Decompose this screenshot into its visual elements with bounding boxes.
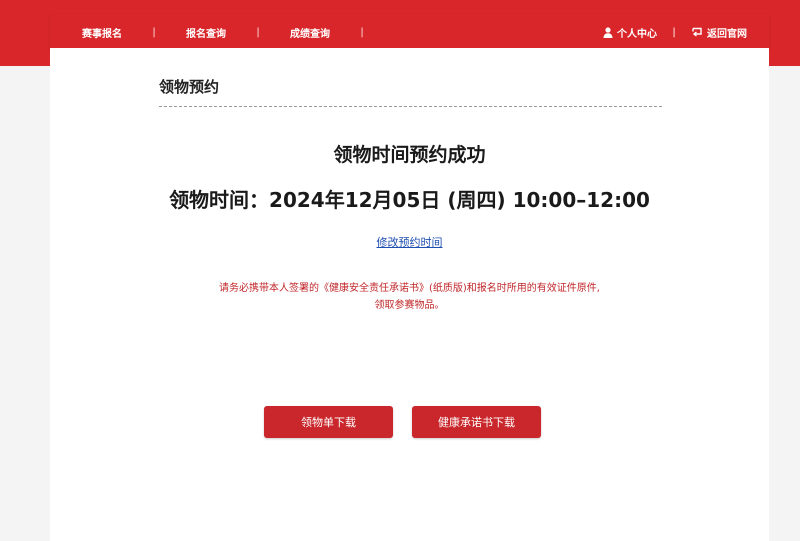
download-pickup-form-button[interactable]: 领物单下载 — [264, 406, 393, 438]
download-health-pledge-button[interactable]: 健康承诺书下载 — [412, 406, 541, 438]
nav-separator: | — [152, 26, 156, 38]
notice-line: 请务必携带本人签署的《健康安全责任承诺书》(纸质版)和报名时所用的有效证件原件, — [219, 283, 600, 294]
nav-separator: | — [360, 26, 364, 38]
nav-item-results-query[interactable]: 成绩查询 — [290, 25, 330, 40]
pickup-time: 领物时间：2024年12月05日 (周四) 10:00–12:00 — [169, 188, 650, 212]
notice-line: 领取参赛物品。 — [374, 300, 445, 311]
nav-separator: | — [256, 26, 260, 38]
modify-appointment-link[interactable]: 修改预约时间 — [50, 234, 769, 250]
nav-right: 个人中心 | 返回官网 — [603, 14, 747, 50]
notice-text: 请务必携带本人签署的《健康安全责任承诺书》(纸质版)和报名时所用的有效证件原件,… — [50, 280, 769, 314]
user-center-link[interactable]: 个人中心 — [603, 25, 657, 40]
nav-item-registration-query[interactable]: 报名查询 — [186, 25, 226, 40]
return-icon — [692, 27, 702, 37]
nav-separator: | — [672, 26, 676, 38]
success-message: 领物时间预约成功 — [333, 144, 486, 166]
nav-item-registration[interactable]: 赛事报名 — [82, 25, 122, 40]
back-to-official-site-label: 返回官网 — [707, 28, 747, 40]
user-icon — [603, 26, 613, 38]
main-card: 领物预约 领物时间预约成功 领物时间：2024年12月05日 (周四) 10:0… — [50, 48, 769, 541]
section-title: 领物预约 — [159, 78, 220, 96]
nav-left: 赛事报名 | 报名查询 | 成绩查询 | — [82, 14, 394, 50]
dashed-divider — [159, 106, 662, 107]
back-to-official-site-link[interactable]: 返回官网 — [691, 25, 747, 40]
user-center-label: 个人中心 — [617, 28, 657, 40]
top-nav: 赛事报名 | 报名查询 | 成绩查询 | 个人中心 | 返回官网 — [50, 14, 769, 50]
